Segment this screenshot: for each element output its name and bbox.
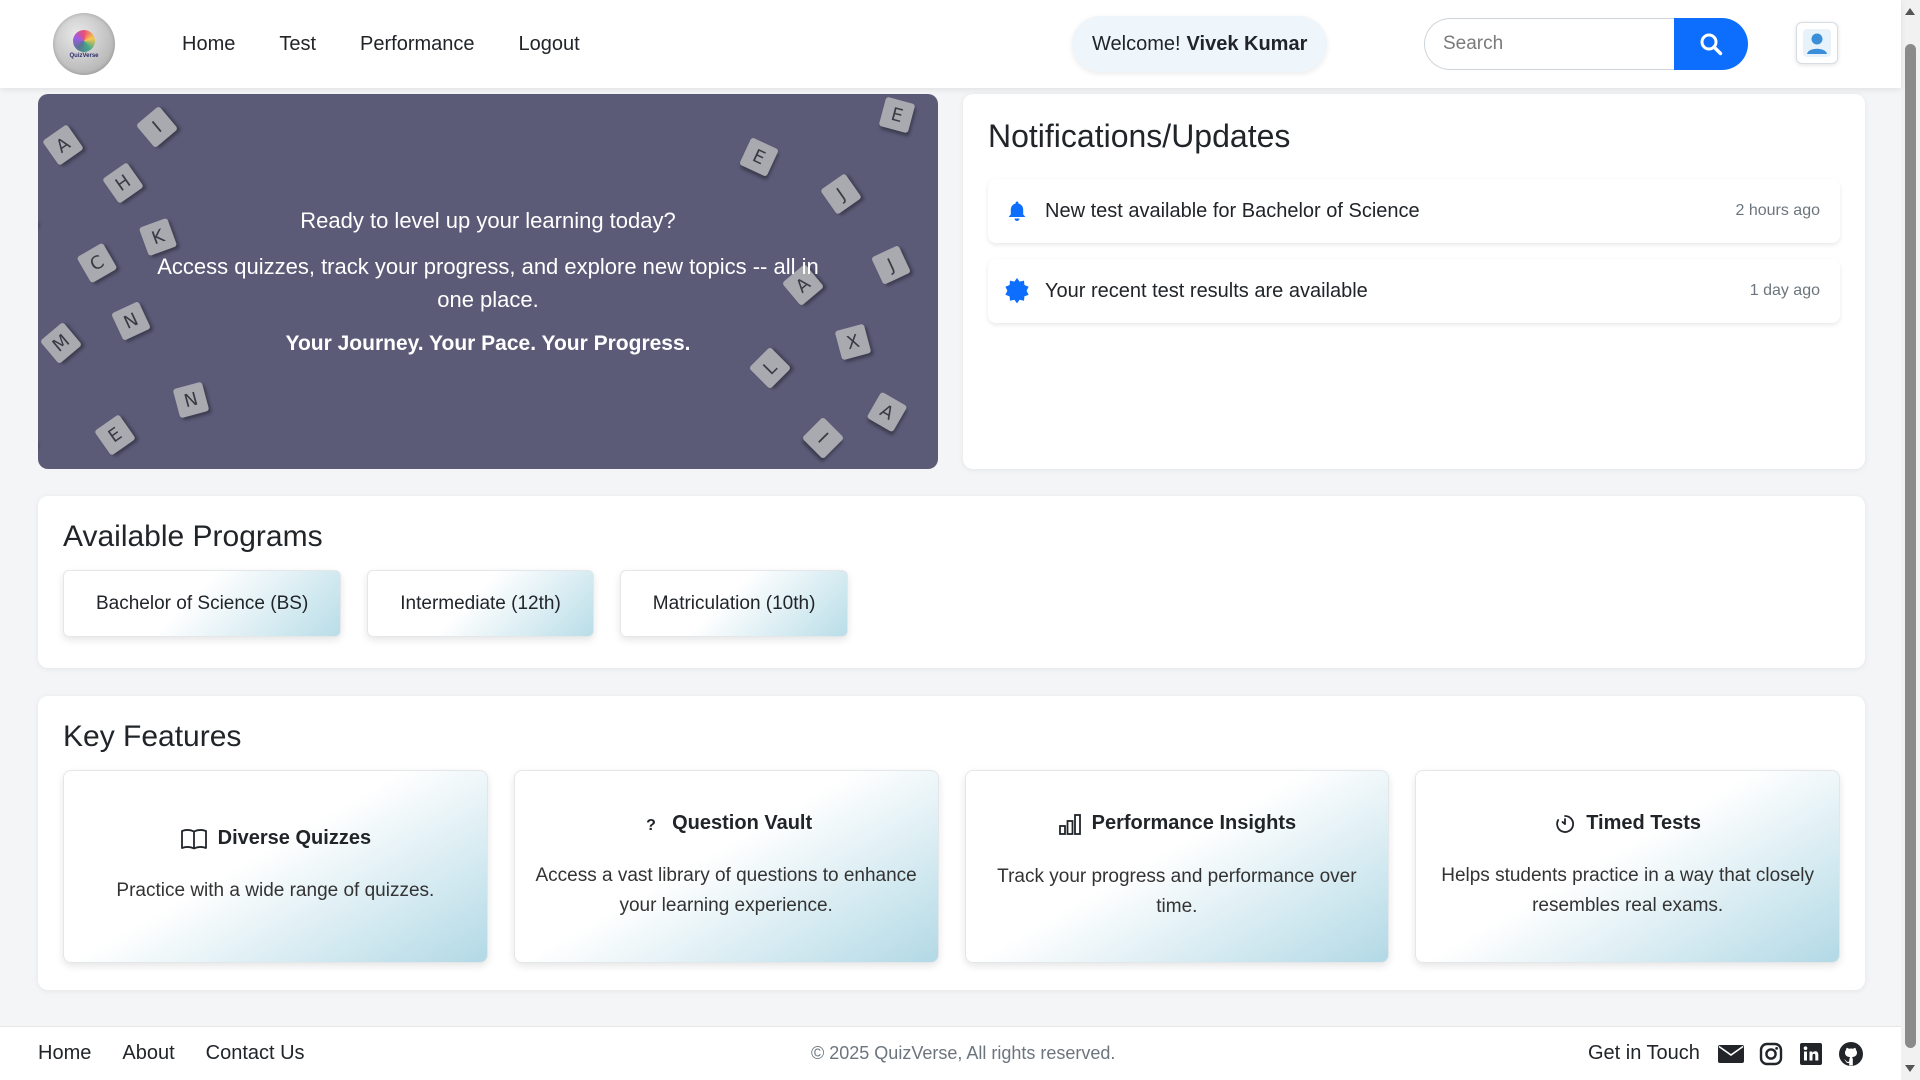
github-icon[interactable] [1838,1041,1864,1067]
welcome-user-name: Vivek Kumar [1186,32,1308,55]
program-matriculation-button[interactable]: Matriculation (10th) [619,570,849,637]
notification-text: New test available for Bachelor of Scien… [1045,199,1420,222]
footer-links: Home About Contact Us [38,1042,336,1065]
feature-title: Diverse Quizzes [217,827,372,849]
feature-card: Performance Insights Track your progress… [964,770,1390,963]
notification-item[interactable]: New test available for Bachelor of Scien… [988,179,1840,243]
search-bar [1424,18,1748,70]
hero-banner: AIHCKNDMENREEJJAXLAI Ready to level up y… [38,94,938,469]
search-input[interactable] [1424,18,1674,70]
feature-title: Timed Tests [1586,812,1702,834]
program-bs-button[interactable]: Bachelor of Science (BS) [63,570,342,637]
svg-text:?: ? [646,817,656,834]
scrollbar-thumb[interactable] [1905,44,1916,1048]
feature-header: Performance Insights [1058,812,1297,836]
key-features-section: Key Features Diverse Quizzes Practice wi… [38,696,1865,990]
notifications-panel: Notifications/Updates New test available… [963,94,1865,469]
feature-header: Timed Tests [1554,812,1701,835]
nav-logout-link[interactable]: Logout [519,33,580,56]
notification-time: 2 hours ago [1735,202,1820,219]
user-avatar-icon [1803,29,1831,57]
nav-home-link[interactable]: Home [182,33,235,56]
question-icon: ? [640,813,662,835]
feature-description: Practice with a wide range of quizzes. [116,880,435,901]
nav-test-link[interactable]: Test [279,33,316,56]
footer-home-link[interactable]: Home [38,1042,91,1065]
stopwatch-icon [1554,813,1576,835]
nav-links: Home Test Performance Logout [182,0,624,88]
feature-header: Diverse Quizzes [180,827,371,850]
scroll-up-arrow-icon[interactable] [1905,8,1915,15]
top-navbar: QuizVerse Home Test Performance Logout W… [0,0,1901,88]
contact-label: Get in Touch [1588,1042,1700,1064]
instagram-icon[interactable] [1758,1041,1784,1067]
user-profile-button[interactable] [1796,22,1838,64]
logo-mark-icon [73,29,95,52]
nav-performance-link[interactable]: Performance [360,33,475,56]
footer: Home About Contact Us © 2025 QuizVerse, … [0,1026,1901,1080]
welcome-badge: Welcome! Vivek Kumar [1072,16,1328,72]
notification-item[interactable]: Your recent test results are available 1… [988,259,1840,323]
available-programs-section: Available Programs Bachelor of Science (… [38,496,1865,668]
feature-card: Timed Tests Helps students practice in a… [1415,770,1840,963]
copyright-text: © 2025 QuizVerse, All rights reserved. [811,1043,1116,1063]
search-button[interactable] [1674,18,1748,70]
feature-description: Access a vast library of questions to en… [535,865,917,916]
footer-about-link[interactable]: About [122,1042,174,1065]
features-title: Key Features [63,720,242,753]
welcome-greeting: Welcome! [1092,32,1181,55]
logo-text: QuizVerse [69,52,99,59]
quizverse-logo[interactable]: QuizVerse [53,13,115,75]
feature-description: Track your progress and performance over… [997,865,1357,917]
linkedin-icon[interactable] [1798,1041,1824,1067]
feature-title: Performance Insights [1091,812,1297,834]
programs-title: Available Programs [63,520,323,553]
bar-chart-icon [1058,812,1082,836]
book-icon [180,828,208,850]
program-intermediate-button[interactable]: Intermediate (12th) [367,570,594,637]
scroll-down-arrow-icon[interactable] [1905,1065,1915,1072]
program-list: Bachelor of Science (BS) Intermediate (1… [63,570,1840,637]
feature-list: Diverse Quizzes Practice with a wide ran… [63,770,1840,963]
notification-time: 1 day ago [1749,282,1820,299]
hero-description: Access quizzes, track your progress, and… [157,253,819,312]
hero-headline: Ready to level up your learning today? [300,207,676,233]
page-scrollbar[interactable] [1901,0,1920,1080]
feature-description: Helps students practice in a way that cl… [1441,865,1815,916]
notification-text: Your recent test results are available [1045,279,1368,302]
feature-title: Question Vault [672,812,813,834]
feature-card: Diverse Quizzes Practice with a wide ran… [63,770,488,963]
footer-contact-link[interactable]: Contact Us [206,1042,305,1065]
contact-section: Get in Touch [1588,1041,1878,1067]
notifications-title: Notifications/Updates [988,118,1291,154]
email-icon[interactable] [1717,1041,1744,1067]
hero-tagline: Your Journey. Your Pace. Your Progress. [285,331,691,355]
feature-card: ? Question Vault Access a vast library o… [513,770,939,963]
search-icon [1700,33,1723,56]
feature-header: ? Question Vault [640,812,812,835]
hero-text: Ready to level up your learning today? A… [38,94,938,469]
badge-icon [1003,277,1031,305]
bell-icon [1003,197,1031,225]
